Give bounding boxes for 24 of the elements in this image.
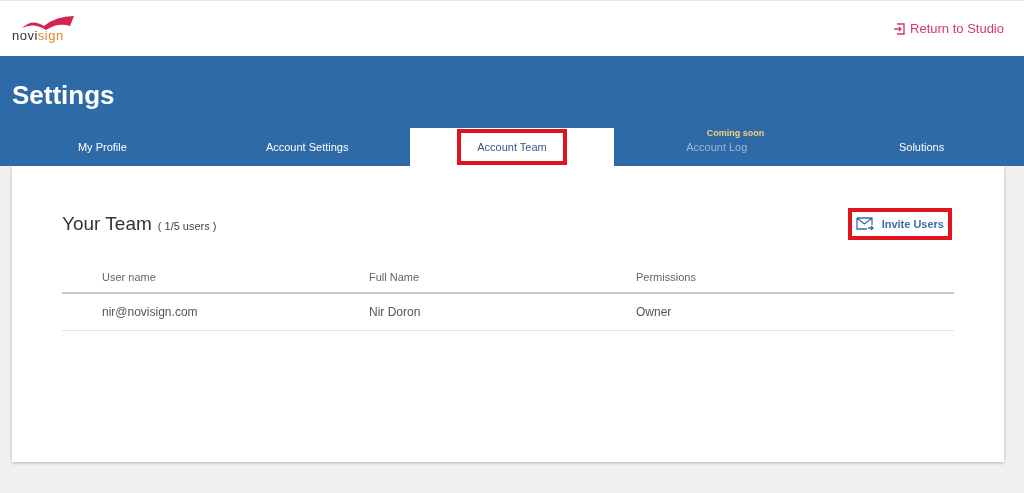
- tab[interactable]: Solutions: [819, 128, 1024, 166]
- table-cell-text: Nir Doron: [369, 305, 422, 319]
- tab-label: My Profile: [77, 141, 127, 153]
- section-title: Your Team: [62, 213, 152, 235]
- highlighted-tab-label: Account Team: [457, 129, 567, 165]
- coming-soon-note: Coming soon: [706, 128, 765, 138]
- tab-label: Account Log: [686, 141, 748, 153]
- tab[interactable]: Account Settings: [204, 128, 410, 166]
- column-header: Permissions: [636, 271, 697, 283]
- table-cell-text: Owner: [636, 305, 673, 319]
- column-header: Full Name: [369, 271, 421, 283]
- exit-icon: [893, 22, 906, 35]
- tab-label: Account Settings: [265, 141, 349, 153]
- return-to-studio-link[interactable]: Return to Studio: [893, 21, 1004, 36]
- page-title: Settings: [11, 79, 116, 111]
- tab[interactable]: My Profile: [0, 128, 205, 166]
- tab-label: Solutions: [898, 141, 945, 153]
- table-cell-text: nir@novisign.com: [102, 305, 199, 319]
- logo-text: novisign: [12, 28, 64, 43]
- tab[interactable]: Account Team: [409, 128, 615, 166]
- column-header: User name: [102, 271, 157, 283]
- mail-icon: [855, 217, 874, 231]
- invite-users-button[interactable]: Invite Users: [847, 208, 952, 240]
- user-count: ( 1/5 users ): [157, 220, 217, 232]
